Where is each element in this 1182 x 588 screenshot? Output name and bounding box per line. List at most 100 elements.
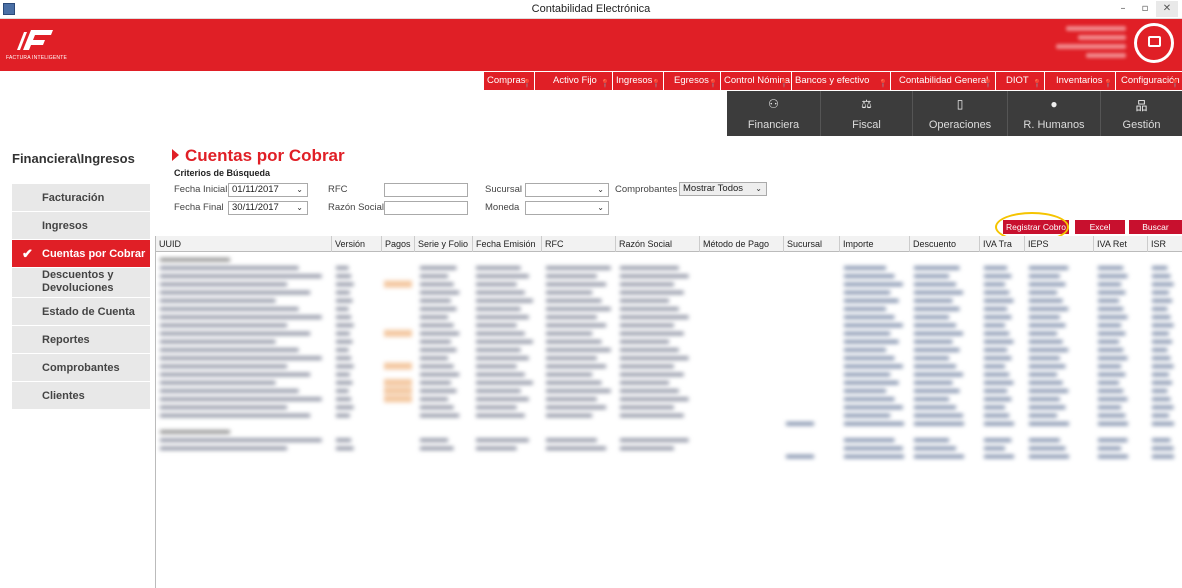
grid-cell (336, 364, 354, 369)
col-metodo-pago[interactable]: Método de Pago (700, 236, 784, 252)
grid-cell (914, 413, 963, 418)
sidebar-item-estado-de-cuenta[interactable]: Estado de Cuenta (12, 298, 150, 326)
col-fecha-emision[interactable]: Fecha Emisión (473, 236, 542, 252)
moneda-select[interactable]: ⌄ (525, 201, 609, 215)
col-uuid[interactable]: UUID (156, 236, 332, 252)
col-iva-tra[interactable]: IVA Tra (980, 236, 1025, 252)
grid-rows-blurred (160, 258, 1174, 459)
col-version[interactable]: Versión (332, 236, 382, 252)
grid-cell (620, 381, 669, 385)
grid-cell (844, 331, 891, 336)
sidebar-item-cuentas-por-cobrar[interactable]: ✔ Cuentas por Cobrar (12, 240, 150, 268)
grid-cell (620, 307, 679, 311)
close-button[interactable]: ✕ (1156, 1, 1178, 17)
excel-button[interactable]: Excel (1075, 220, 1125, 234)
sidebar-item-descuentos[interactable]: Descuentos y Devoluciones (12, 268, 150, 298)
grid-cell (914, 299, 953, 303)
grid-cell (1029, 348, 1069, 352)
grid-cell (546, 340, 602, 344)
sidebar-item-comprobantes[interactable]: Comprobantes (12, 354, 150, 382)
grid-cell (420, 405, 454, 410)
col-serie-folio[interactable]: Serie y Folio (415, 236, 473, 252)
grid-cell (420, 364, 454, 369)
menu-egresos[interactable]: Egresos 📍 (664, 72, 720, 90)
buscar-button[interactable]: Buscar (1129, 220, 1182, 234)
fecha-final-picker[interactable]: 30/11/2017 ⌄ (228, 201, 308, 215)
col-rfc[interactable]: RFC (542, 236, 616, 252)
module-label: Gestión (1122, 119, 1161, 131)
col-razon-social[interactable]: Razón Social (616, 236, 700, 252)
grid-cell (1098, 446, 1122, 451)
grid-cell (984, 307, 1008, 311)
module-r-humanos[interactable]: ● R. Humanos (1008, 91, 1101, 136)
menu-compras[interactable]: Compras 📍 (484, 72, 534, 90)
sidebar-item-ingresos[interactable]: Ingresos (12, 212, 150, 240)
grid-cell (844, 405, 903, 410)
grid-cell (620, 405, 674, 410)
grid-cell (1029, 405, 1066, 410)
grid-cell (546, 266, 611, 270)
col-sucursal[interactable]: Sucursal (784, 236, 840, 252)
grid-cell (336, 348, 349, 352)
grid-cell (1152, 405, 1174, 410)
module-gestion[interactable]: 品 Gestión (1101, 91, 1182, 136)
menu-inventarios[interactable]: Inventarios 📍 (1045, 72, 1115, 90)
grid-cell (476, 315, 529, 319)
grid-cell (160, 389, 299, 393)
menu-ingresos[interactable]: Ingresos 📍 (613, 72, 663, 90)
comprobantes-label: Comprobantes (615, 184, 678, 195)
menu-activo-fijo[interactable]: Activo Fijo 📍 (535, 72, 612, 90)
fecha-final-label: Fecha Final (174, 202, 224, 213)
col-isr[interactable]: ISR (1148, 236, 1182, 252)
sidebar-item-reportes[interactable]: Reportes (12, 326, 150, 354)
grid-cell (160, 381, 276, 385)
module-operaciones[interactable]: ▯ Operaciones (913, 91, 1008, 136)
grid-cell (1098, 372, 1126, 377)
chevron-down-icon: ⌄ (296, 203, 303, 212)
comprobantes-select[interactable]: Mostrar Todos ⌄ (679, 182, 767, 196)
menu-bancos[interactable]: Bancos y efectivo 📍 (792, 72, 890, 90)
maximize-button[interactable]: ▫ (1134, 1, 1156, 17)
totals-cell (984, 422, 1014, 426)
grid-cell (620, 413, 684, 418)
grid-cell (336, 413, 350, 418)
sidebar-item-facturacion[interactable]: Facturación (12, 184, 150, 212)
col-importe[interactable]: Importe (840, 236, 910, 252)
grid-cell (844, 389, 886, 393)
grid-cell (844, 381, 899, 385)
col-descuento[interactable]: Descuento (910, 236, 980, 252)
sucursal-select[interactable]: ⌄ (525, 183, 609, 197)
sidebar: Facturación Ingresos ✔ Cuentas por Cobrar… (12, 184, 150, 410)
grid-cell (476, 405, 517, 410)
minimize-button[interactable]: – (1112, 1, 1134, 17)
grid-cell (420, 274, 448, 278)
razon-social-input[interactable] (384, 201, 468, 215)
sidebar-item-clientes[interactable]: Clientes (12, 382, 150, 410)
grid-cell (1029, 446, 1066, 451)
col-iva-ret[interactable]: IVA Ret (1094, 236, 1148, 252)
grid-cell (476, 372, 525, 377)
module-fiscal[interactable]: ⚖ Fiscal (821, 91, 913, 136)
grid-cell (476, 397, 529, 401)
razon-social-label: Razón Social (328, 202, 384, 213)
user-avatar[interactable] (1134, 23, 1174, 63)
rfc-input[interactable] (384, 183, 468, 197)
grid-cell (620, 446, 674, 451)
menu-diot[interactable]: DIOT 📍 (996, 72, 1044, 90)
fecha-inicial-picker[interactable]: 01/11/2017 ⌄ (228, 183, 308, 197)
menu-control-nomina[interactable]: Control Nómina 📍 (721, 72, 791, 90)
rfc-label: RFC (328, 184, 348, 195)
grid-cell (1152, 307, 1168, 311)
module-financiera[interactable]: ⚇ Financiera (727, 91, 821, 136)
col-pagos[interactable]: Pagos (382, 236, 415, 252)
grid-cell (546, 438, 597, 442)
grid-cell (1152, 315, 1171, 319)
menu-contabilidad-general[interactable]: Contabilidad General 📍 (891, 72, 995, 90)
check-icon: ✔ (22, 246, 33, 261)
grid-cell (336, 299, 353, 303)
grid-cell (1152, 356, 1171, 360)
menu-configuracion[interactable]: Configuración 📍 (1116, 72, 1182, 90)
org-chart-icon: 品 (1135, 99, 1148, 113)
col-ieps[interactable]: IEPS (1025, 236, 1094, 252)
grid-cell (1029, 323, 1066, 328)
